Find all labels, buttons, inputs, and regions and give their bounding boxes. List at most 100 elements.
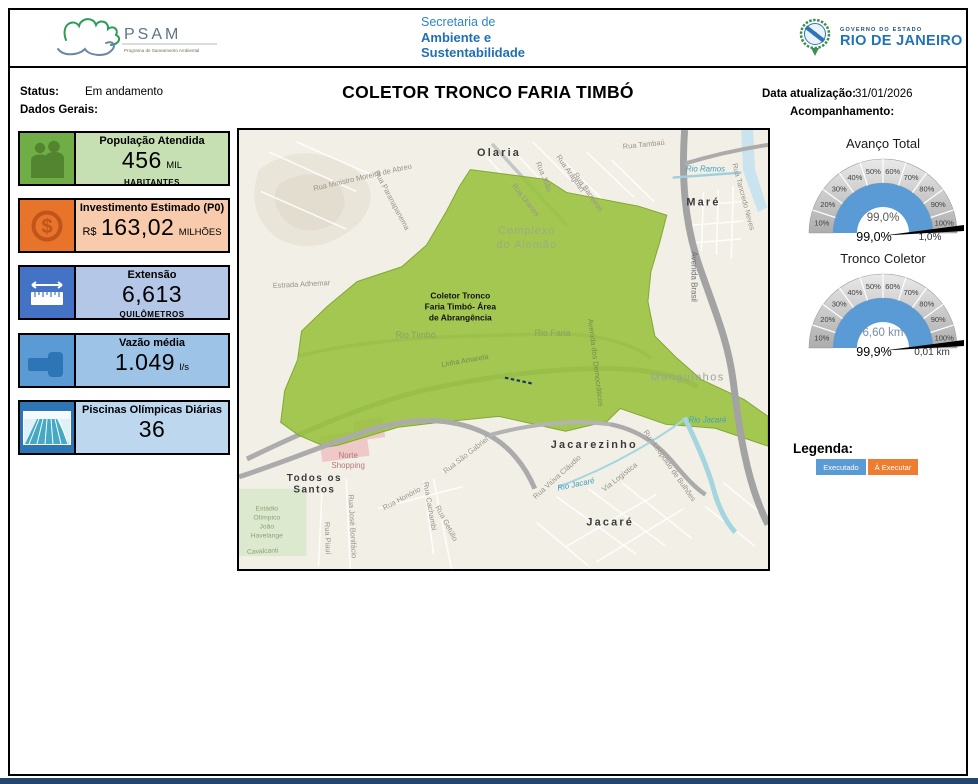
svg-text:$: $: [41, 216, 52, 238]
pool-icon: [20, 402, 76, 453]
map-label: Norte: [338, 451, 358, 460]
psam-name: PSAM: [124, 26, 181, 43]
map-label: Rua Piauí: [323, 522, 333, 556]
governo-text: GOVERNO DO ESTADO RIO DE JANEIRO: [840, 27, 963, 49]
map-label: de Abrangência: [429, 312, 492, 322]
card-investimento: $ Investimento Estimado (P0) R$ 163,02 M…: [18, 198, 230, 253]
svg-text:30%: 30%: [832, 185, 847, 194]
ruler-icon: [20, 267, 76, 318]
map-label: Santos: [293, 485, 335, 496]
dollar-icon: $: [20, 200, 76, 251]
header: PSAM Programa de Saneamento Ambiental Se…: [10, 10, 966, 68]
gauge-center-value: 99,0%: [867, 212, 900, 224]
svg-text:70%: 70%: [904, 288, 919, 297]
card-suffix: l/s: [180, 362, 190, 373]
psam-subtitle: Programa de Saneamento Ambiental: [124, 48, 199, 53]
map-label: Havelange: [251, 532, 283, 539]
legend-label: Legenda:: [793, 441, 853, 456]
coverage-map[interactable]: OlariaRua Ministro Moreira de AbreuRua P…: [237, 128, 770, 571]
svg-text:30%: 30%: [832, 300, 847, 309]
psam-logo: PSAM Programa de Saneamento Ambiental: [52, 12, 232, 64]
dados-gerais-label: Dados Gerais:: [20, 104, 98, 116]
svg-text:80%: 80%: [919, 300, 934, 309]
card-value: 36: [139, 416, 166, 442]
secretaria-logo-text: Secretaria de Ambiente e Sustentabilidad…: [421, 15, 525, 60]
card-populacao-atendida: População Atendida 456 MIL HABITANTES: [18, 131, 230, 186]
secretaria-line1: Secretaria de: [421, 15, 525, 30]
card-piscinas: Piscinas Olímpicas Diárias 36: [18, 400, 230, 455]
gauge-tronco-coletor: 10% 20% 30% 40% 50% 60% 70% 80% 90% 100%…: [798, 270, 968, 372]
psam-logo-icon: PSAM Programa de Saneamento Ambiental: [52, 12, 232, 64]
gauge-executed-value: 99,0%: [856, 230, 891, 244]
secretaria-line3: Sustentabilidade: [421, 45, 525, 60]
gauge-avanco-total-title: Avanço Total: [798, 136, 968, 151]
svg-text:20%: 20%: [820, 200, 835, 209]
map-label: Coletor Tronco: [430, 290, 490, 300]
secretaria-line2: Ambiente e: [421, 30, 525, 45]
governo-rj-logo: GOVERNO DO ESTADO RIO DE JANEIRO: [798, 18, 963, 58]
map-label: Complexo: [498, 225, 555, 237]
acompanhamento-label: Acompanhamento:: [790, 106, 894, 118]
card-unit: HABITANTES: [76, 178, 228, 184]
map-label: Maré: [686, 196, 720, 208]
svg-text:50%: 50%: [866, 167, 881, 176]
map-label: Estádio: [256, 506, 279, 513]
map-label: Manguinhos: [650, 372, 724, 384]
gauge-remaining-value: 1,0%: [919, 232, 942, 243]
update-date-value: 31/01/2026: [855, 88, 913, 100]
card-value: 6,613: [122, 281, 182, 307]
bottom-bar: [0, 778, 978, 784]
svg-text:90%: 90%: [931, 315, 946, 324]
svg-text:40%: 40%: [847, 173, 862, 182]
card-value: 1.049: [115, 349, 175, 375]
map-label: Rio Timbó: [396, 330, 436, 340]
dashboard-page: PSAM Programa de Saneamento Ambiental Se…: [8, 8, 968, 776]
svg-text:10%: 10%: [814, 334, 829, 343]
legend-a-executar-chip[interactable]: À Executar: [868, 459, 918, 475]
svg-text:100%: 100%: [935, 334, 955, 343]
update-date-label: Data atualização:: [762, 88, 856, 100]
svg-text:40%: 40%: [847, 288, 862, 297]
svg-text:10%: 10%: [814, 219, 829, 228]
svg-text:90%: 90%: [931, 200, 946, 209]
map-label: Todos os: [287, 473, 342, 484]
card-suffix: MILHÕES: [179, 227, 222, 238]
legend-executado-chip[interactable]: Executado: [816, 459, 866, 475]
svg-text:80%: 80%: [919, 185, 934, 194]
svg-text:100%: 100%: [935, 219, 955, 228]
card-vazao-media: Vazão média 1.049 l/s: [18, 333, 230, 388]
map-label: João: [259, 523, 274, 530]
svg-text:70%: 70%: [904, 173, 919, 182]
map-label: Olímpico: [253, 514, 280, 521]
family-icon: [20, 133, 76, 184]
card-value: 456: [122, 147, 162, 173]
svg-text:50%: 50%: [866, 282, 881, 291]
map-label: Rio Jacaré: [689, 415, 727, 424]
map-label: Shopping: [331, 461, 365, 470]
map-label: Jacarezinho: [551, 439, 638, 451]
rj-crest-icon: [798, 18, 834, 58]
map-label: Olaria: [477, 147, 521, 159]
map-label: do Alemão: [497, 239, 557, 251]
svg-text:20%: 20%: [820, 315, 835, 324]
gauge-center-value: 6,60 km: [863, 327, 904, 339]
gauge-executed-value: 99,9%: [856, 345, 891, 359]
card-extensao: Extensão 6,613 QUILÔMETROS: [18, 265, 230, 320]
card-value: 163,02: [101, 214, 174, 240]
card-suffix: MIL: [166, 160, 182, 171]
card-prefix: R$: [82, 226, 96, 238]
map-label: Rio Ramos: [686, 165, 725, 174]
map-label: Jacaré: [586, 516, 634, 528]
governo-big: RIO DE JANEIRO: [840, 33, 963, 49]
gauge-remaining-value: 0,01 km: [914, 347, 950, 358]
svg-text:60%: 60%: [885, 167, 900, 176]
map-label: Rio Faria: [535, 328, 571, 338]
svg-text:60%: 60%: [885, 282, 900, 291]
gauge-avanco-total: 10% 20% 30% 40% 50% 60% 70% 80% 90% 100%…: [798, 155, 968, 257]
pipe-icon: [20, 335, 76, 386]
card-unit: QUILÔMETROS: [76, 310, 228, 318]
map-label: Avenida Brasil: [690, 251, 699, 302]
gauge-tronco-coletor-title: Tronco Coletor: [798, 251, 968, 266]
map-label: Faria Timbó- Área: [425, 300, 497, 311]
map-canvas: OlariaRua Ministro Moreira de AbreuRua P…: [239, 130, 768, 569]
